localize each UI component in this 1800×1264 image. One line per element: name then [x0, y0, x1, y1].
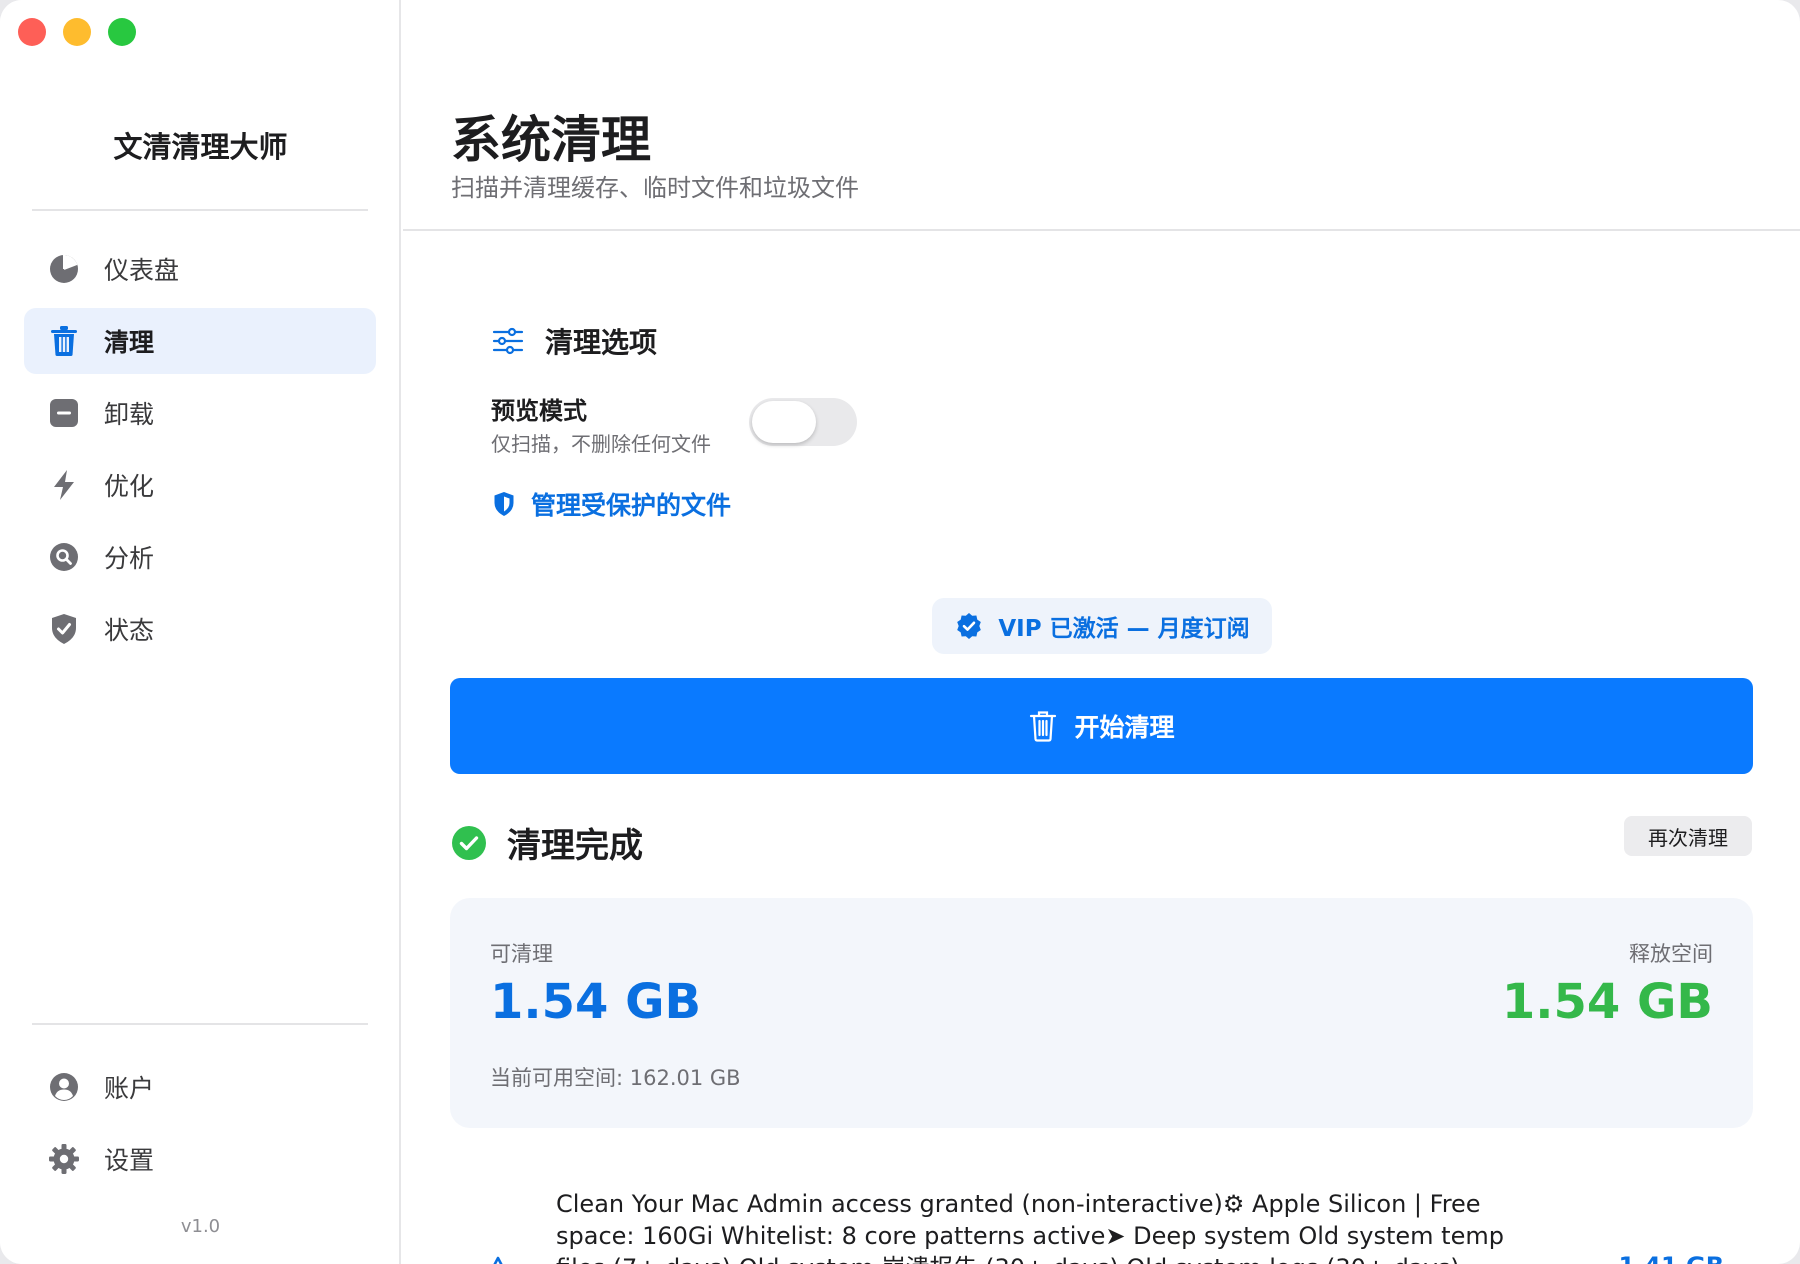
header-divider — [403, 229, 1800, 231]
sidebar-item-label: 优化 — [104, 472, 155, 501]
minimize-window-button[interactable] — [63, 18, 91, 46]
pie-chart-icon — [48, 253, 80, 285]
sidebar-item-account[interactable]: 账户 — [24, 1054, 376, 1120]
current-free-space: 当前可用空间: 162.01 GB — [490, 1066, 741, 1090]
preview-mode-toggle[interactable] — [749, 398, 857, 446]
sidebar-item-label: 清理 — [104, 328, 155, 357]
manage-protected-files-text: 管理受保护的文件 — [531, 491, 732, 520]
freed-space-value: 1.54 GB — [1501, 974, 1713, 1030]
sidebar-item-label: 账户 — [104, 1074, 155, 1103]
warning-icon — [483, 1256, 513, 1264]
sidebar-item-label: 卸载 — [104, 400, 155, 429]
vip-status-badge: VIP 已激活 — 月度订阅 — [932, 598, 1272, 654]
sidebar-item-label: 分析 — [104, 544, 155, 573]
sidebar-divider — [32, 209, 368, 211]
clean-log-item: Clean Your Mac Admin access granted (non… — [451, 1188, 1754, 1264]
sidebar: 文清清理大师 仪表盘 清理 卸载 优化 分析 状态 账户 设置 v1.0 — [0, 0, 401, 1264]
sidebar-item-status[interactable]: 状态 — [24, 596, 376, 662]
cleanable-value: 1.54 GB — [490, 974, 702, 1030]
bolt-icon — [48, 469, 80, 501]
app-version: v1.0 — [180, 1216, 221, 1237]
sidebar-bottom-nav: 账户 设置 — [24, 1054, 376, 1198]
sidebar-item-analyze[interactable]: 分析 — [24, 524, 376, 590]
app-title: 文清清理大师 — [113, 130, 288, 164]
clean-options-title: 清理选项 — [545, 326, 658, 359]
clean-log-text: Clean Your Mac Admin access granted (non… — [556, 1190, 1504, 1264]
clean-result-title: 清理完成 — [507, 826, 643, 866]
preview-mode-label: 预览模式 — [491, 397, 587, 425]
close-window-button[interactable] — [18, 18, 46, 46]
sidebar-item-dashboard[interactable]: 仪表盘 — [24, 236, 376, 302]
manage-protected-files-link[interactable]: 管理受保护的文件 — [491, 486, 731, 522]
sidebar-item-optimize[interactable]: 优化 — [24, 452, 376, 518]
person-icon — [48, 1071, 80, 1103]
window-controls — [18, 18, 136, 46]
page-subtitle: 扫描并清理缓存、临时文件和垃圾文件 — [451, 174, 859, 202]
clean-result-header: 清理完成 — [451, 818, 643, 867]
shield-icon — [491, 490, 517, 518]
verified-badge-icon — [954, 611, 984, 641]
sidebar-item-label: 仪表盘 — [104, 256, 180, 285]
vip-status-text: VIP 已激活 — 月度订阅 — [998, 616, 1250, 642]
page-title: 系统清理 — [451, 111, 651, 169]
sidebar-item-clean[interactable]: 清理 — [24, 308, 376, 374]
preview-mode-description: 仅扫描，不删除任何文件 — [491, 432, 711, 456]
sidebar-divider — [32, 1023, 368, 1025]
sidebar-nav: 仪表盘 清理 卸载 优化 分析 状态 — [24, 236, 376, 668]
cleanable-label: 可清理 — [490, 942, 553, 966]
start-clean-button[interactable]: 开始清理 — [450, 678, 1753, 774]
trash-icon — [1028, 710, 1058, 742]
freed-space-label: 释放空间 — [1629, 942, 1713, 966]
gear-icon — [48, 1143, 80, 1175]
clean-summary-card: 可清理 1.54 GB 释放空间 1.54 GB 当前可用空间: 162.01 … — [450, 898, 1753, 1128]
sidebar-item-label: 状态 — [104, 616, 155, 645]
clean-options-header: 清理选项 — [491, 321, 657, 361]
sliders-icon — [491, 324, 525, 358]
app-window: 文清清理大师 仪表盘 清理 卸载 优化 分析 状态 账户 设置 v1.0 系统清… — [0, 0, 1800, 1264]
reclean-button[interactable]: 再次清理 — [1624, 816, 1752, 856]
check-circle-icon — [451, 825, 487, 861]
shield-check-icon — [48, 613, 80, 645]
main-content: 系统清理 扫描并清理缓存、临时文件和垃圾文件 清理选项 预览模式 仅扫描，不删除… — [403, 0, 1800, 1264]
minus-square-icon — [48, 397, 80, 429]
sidebar-item-label: 设置 — [104, 1146, 155, 1175]
start-clean-label: 开始清理 — [1074, 713, 1175, 742]
toggle-knob — [752, 401, 816, 443]
sidebar-item-settings[interactable]: 设置 — [24, 1126, 376, 1192]
sidebar-item-uninstall[interactable]: 卸载 — [24, 380, 376, 446]
zoom-window-button[interactable] — [108, 18, 136, 46]
trash-icon — [48, 325, 80, 357]
clean-log-size: 1.41 GB — [1618, 1252, 1724, 1264]
magnifier-icon — [48, 541, 80, 573]
